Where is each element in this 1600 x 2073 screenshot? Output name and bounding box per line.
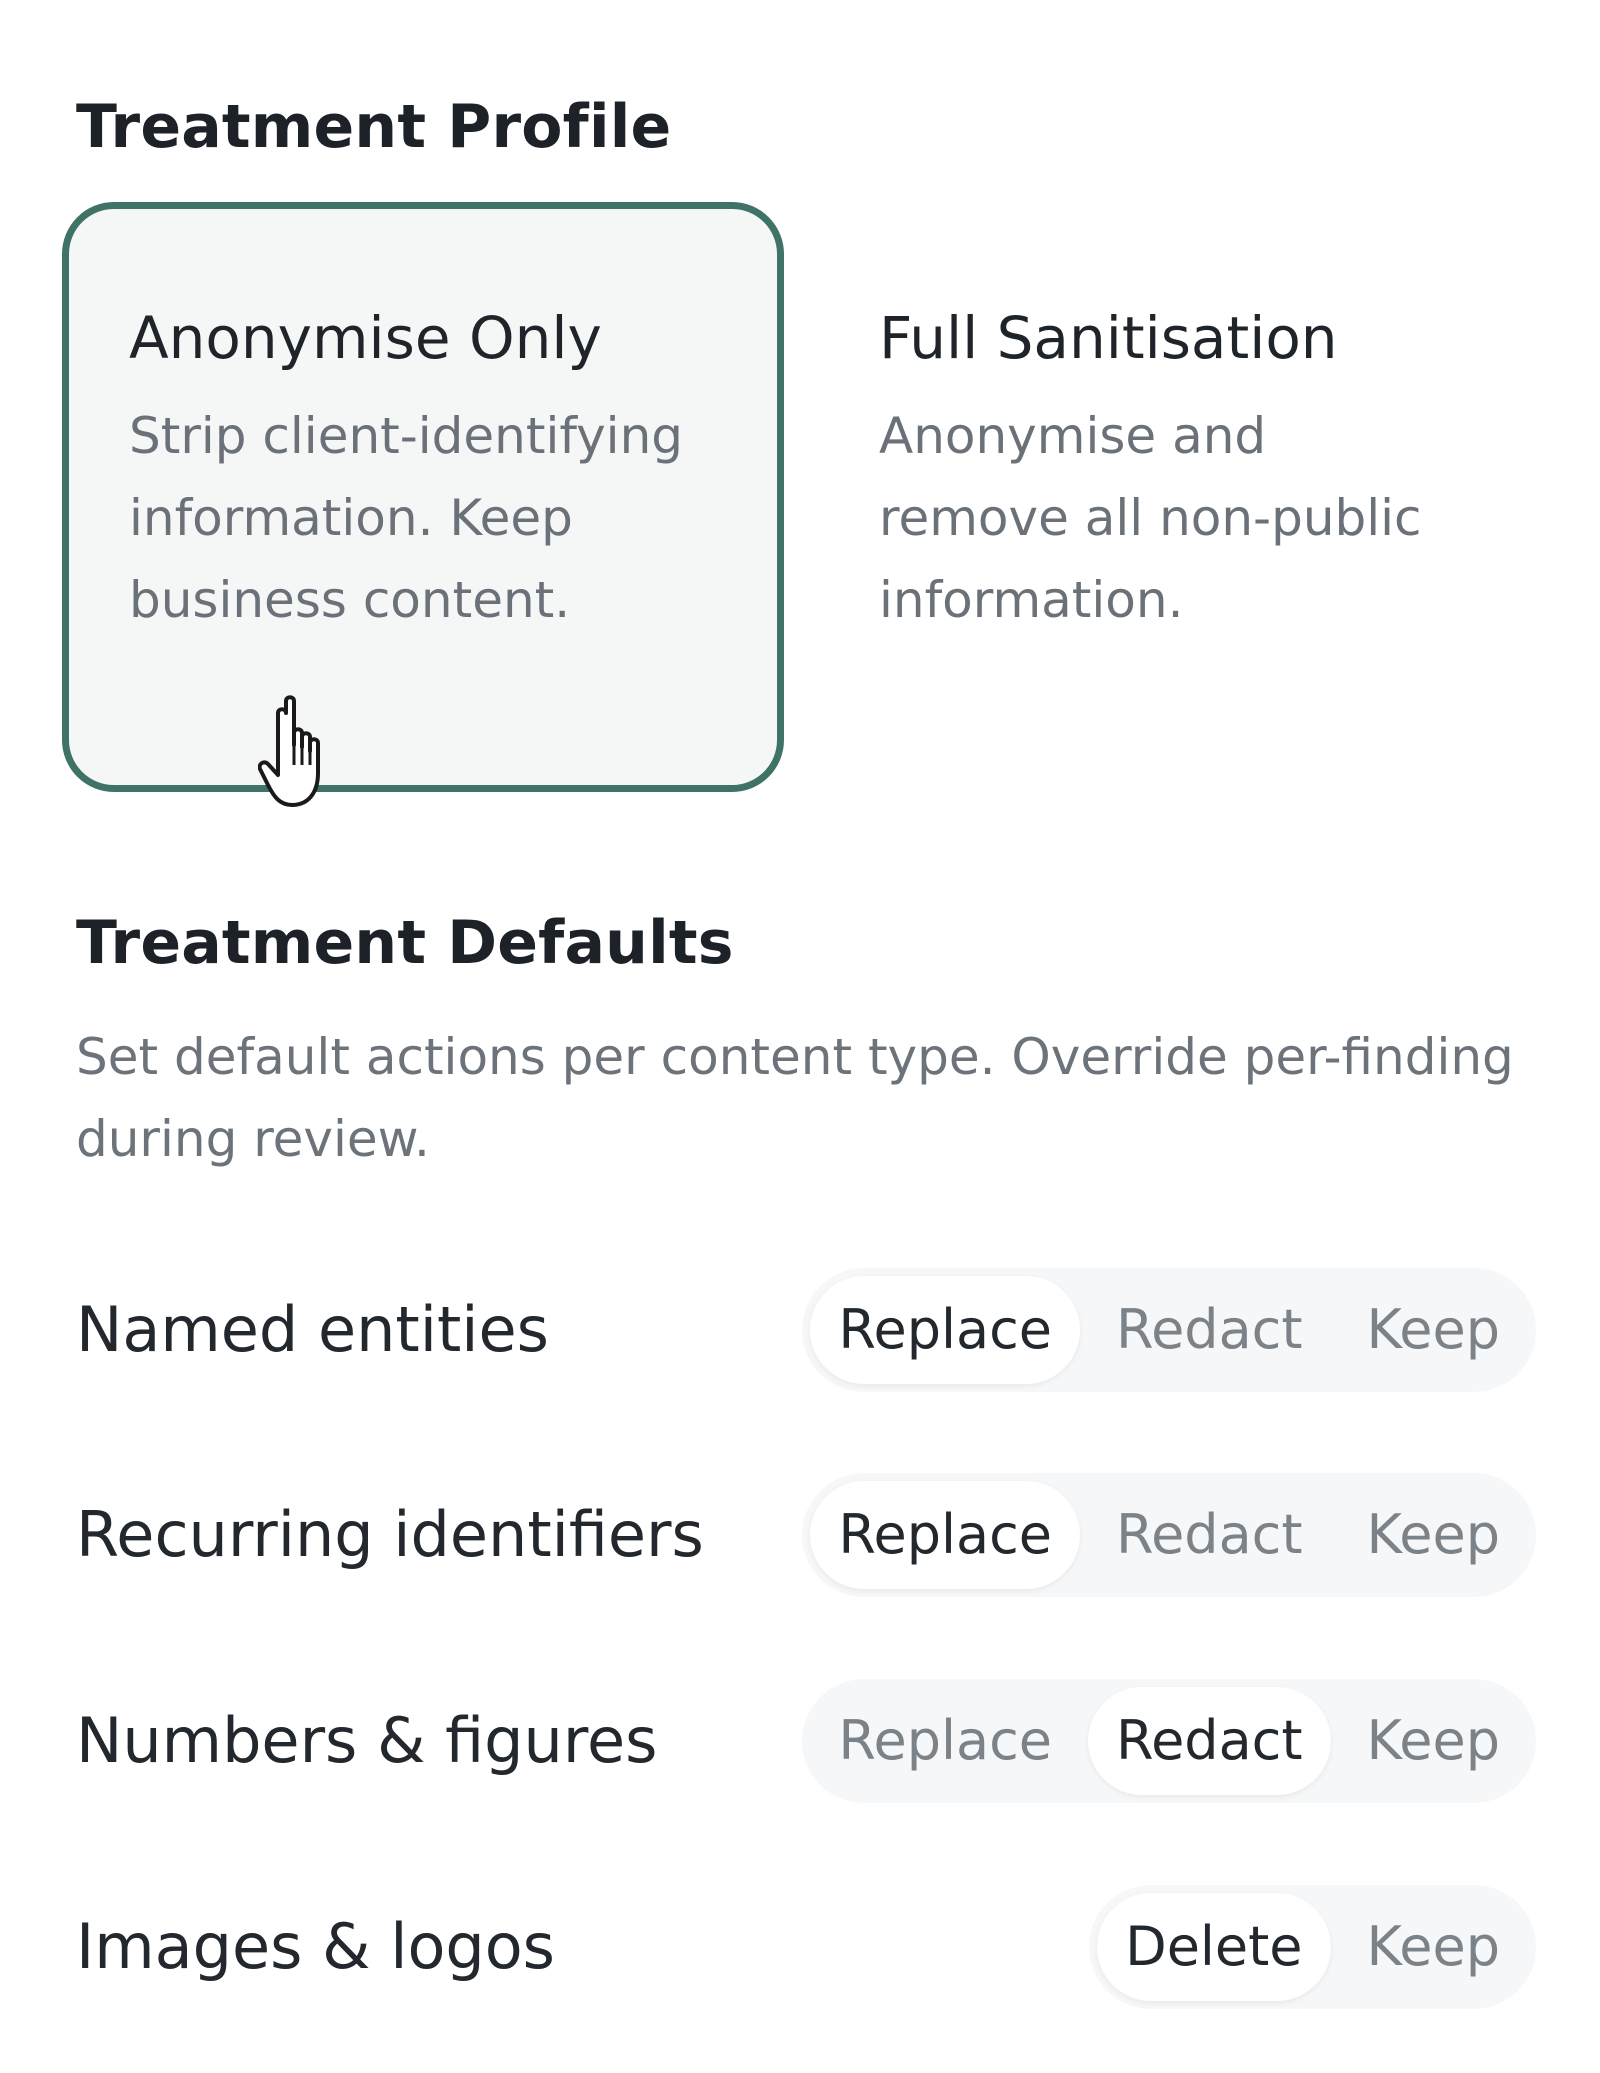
option-redact[interactable]: Redact: [1088, 1276, 1331, 1384]
action-segmented-control: Replace Redact Keep: [802, 1268, 1536, 1392]
profile-option-full-sanitisation[interactable]: Full Sanitisation Anonymise and remove a…: [812, 202, 1534, 792]
row-label: Images & logos: [76, 1910, 555, 1983]
treatment-defaults-description: Set default actions per content type. Ov…: [76, 1028, 1514, 1168]
option-redact[interactable]: Redact: [1087, 1687, 1331, 1795]
option-replace[interactable]: Replace: [810, 1481, 1080, 1589]
default-row-images-logos: Images & logos Delete Keep: [76, 1885, 1536, 2009]
default-row-named-entities: Named entities Replace Redact Keep: [76, 1268, 1536, 1392]
profile-option-title: Anonymise Only: [129, 304, 602, 372]
action-segmented-control: Delete Keep: [1089, 1885, 1536, 2009]
profile-option-description: Anonymise and remove all non-public info…: [879, 407, 1422, 629]
option-delete[interactable]: Delete: [1097, 1893, 1331, 2001]
option-redact[interactable]: Redact: [1088, 1481, 1331, 1589]
option-replace[interactable]: Replace: [810, 1276, 1080, 1384]
row-label: Named entities: [76, 1293, 549, 1366]
option-keep[interactable]: Keep: [1339, 1687, 1528, 1795]
option-keep[interactable]: Keep: [1339, 1276, 1528, 1384]
profile-option-description: Strip client-identifying information. Ke…: [129, 407, 684, 629]
treatment-profile-heading: Treatment Profile: [76, 92, 672, 162]
option-replace[interactable]: Replace: [810, 1687, 1080, 1795]
profile-option-anonymise-only[interactable]: Anonymise Only Strip client-identifying …: [62, 202, 784, 792]
action-segmented-control: Replace Redact Keep: [802, 1679, 1536, 1803]
treatment-defaults-heading: Treatment Defaults: [76, 908, 734, 978]
default-row-recurring-identifiers: Recurring identifiers Replace Redact Kee…: [76, 1473, 1536, 1597]
option-keep[interactable]: Keep: [1339, 1481, 1528, 1589]
option-keep[interactable]: Keep: [1339, 1893, 1528, 2001]
profile-option-title: Full Sanitisation: [879, 304, 1338, 372]
row-label: Numbers & figures: [76, 1704, 658, 1777]
default-row-numbers-figures: Numbers & figures Replace Redact Keep: [76, 1679, 1536, 1803]
row-label: Recurring identifiers: [76, 1498, 704, 1571]
action-segmented-control: Replace Redact Keep: [802, 1473, 1536, 1597]
